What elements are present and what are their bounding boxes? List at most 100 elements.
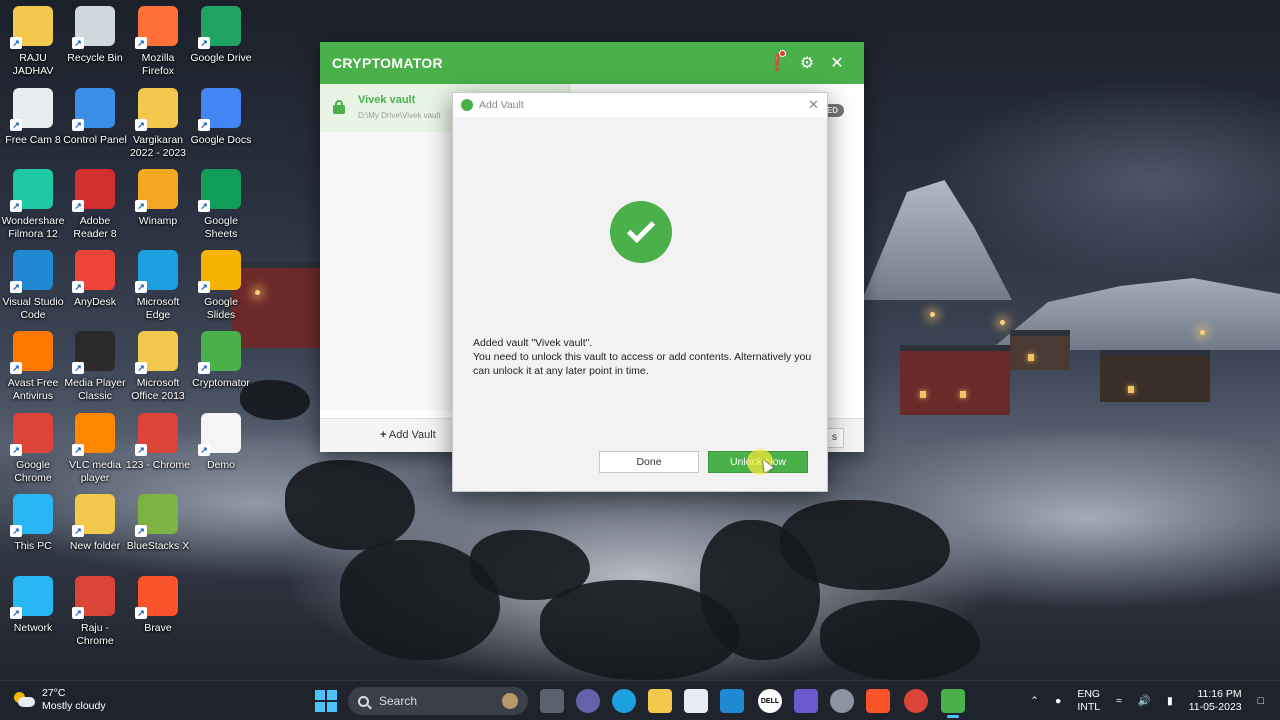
desktop-icon-vlc[interactable]: ↗ VLC media player (62, 413, 128, 485)
chat-icon[interactable] (576, 689, 600, 713)
shortcut-arrow-icon: ↗ (10, 281, 22, 293)
desktop-icon-chrome[interactable]: ↗ Raju - Chrome (62, 576, 128, 648)
desktop-icon-label: Demo (206, 459, 235, 471)
lock-icon (332, 100, 346, 114)
desktop-icon-media-player-classic[interactable]: ↗ Media Player Classic (62, 331, 128, 403)
desktop-icon-edge[interactable]: ↗ Microsoft Edge (125, 250, 191, 322)
chevron-up-icon[interactable]: ⌃ (1030, 695, 1039, 708)
active-app-indicator (947, 715, 959, 718)
microsoft-store-icon[interactable] (684, 689, 708, 713)
weather-widget[interactable]: 27°C Mostly cloudy (14, 687, 106, 713)
desktop-icon-recycle-bin[interactable]: ↗ Recycle Bin (62, 6, 128, 65)
chrome-icon[interactable] (904, 689, 928, 713)
shortcut-arrow-icon: ↗ (135, 444, 147, 456)
desktop-icon-label: Brave (144, 622, 172, 634)
start-button[interactable] (314, 689, 338, 713)
shortcut-arrow-icon: ↗ (10, 444, 22, 456)
cryptomator-header: CRYPTOMATOR ❗ ⚙ ✕ (320, 42, 864, 84)
desktop-icon-adobe-reader[interactable]: ↗ Adobe Reader 8 (62, 169, 128, 241)
notification-icon[interactable]: ❗ (762, 50, 792, 73)
desktop-icon-label: Media Player Classic (64, 377, 126, 402)
desktop-icon-network[interactable]: ↗ Network (0, 576, 66, 635)
partly-cloudy-icon (14, 692, 36, 708)
settings-icon[interactable]: ⚙ (792, 53, 822, 73)
close-icon[interactable]: ✕ (808, 97, 819, 113)
desktop-icon-label: Mozilla Firefox (141, 52, 175, 77)
close-icon[interactable]: ✕ (822, 53, 852, 73)
vscode-icon: ↗ (10, 250, 53, 293)
windows-icon (315, 690, 337, 712)
desktop-icon-vscode[interactable]: ↗ Visual Studio Code (0, 250, 66, 322)
wifi-icon[interactable]: ≈ (1116, 695, 1122, 708)
battery-icon[interactable]: ▮ (1167, 695, 1173, 708)
desktop-icon-label: Adobe Reader 8 (73, 215, 117, 240)
desktop-icon-document[interactable]: ↗ Demo (188, 413, 254, 472)
desktop-icon-chrome[interactable]: ↗ 123 - Chrome (125, 413, 191, 472)
message-line-2: You need to unlock this vault to access … (473, 351, 812, 377)
settings-icon[interactable] (830, 689, 854, 713)
cryptomator-icon[interactable] (941, 689, 965, 713)
control-panel-icon: ↗ (72, 88, 115, 131)
microphone-icon[interactable]: ● (1055, 695, 1061, 708)
shortcut-arrow-icon: ↗ (72, 281, 84, 293)
desktop-icon-anydesk[interactable]: ↗ AnyDesk (62, 250, 128, 309)
task-view-icon[interactable] (540, 689, 564, 713)
desktop-icon-winamp[interactable]: ↗ Winamp (125, 169, 191, 228)
copilot-icon[interactable] (794, 689, 818, 713)
desktop-icon-chrome[interactable]: ↗ Google Chrome (0, 413, 66, 485)
desktop-icon-folder[interactable]: ↗ New folder (62, 494, 128, 553)
clock[interactable]: 11:16 PM 11-05-2023 (1189, 688, 1242, 714)
desktop-icon-bluestacks[interactable]: ↗ BlueStacks X (125, 494, 191, 553)
volume-icon[interactable]: 🔊 (1138, 695, 1151, 708)
google-sheets-icon: ↗ (198, 169, 241, 212)
file-explorer-icon[interactable] (648, 689, 672, 713)
desktop-icon-label: New folder (69, 540, 121, 552)
cryptomator-icon: ↗ (198, 331, 241, 374)
desktop-icon-google-slides[interactable]: ↗ Google Slides (188, 250, 254, 322)
plus-icon: + (380, 429, 387, 441)
winamp-icon: ↗ (135, 169, 178, 212)
notification-center-icon[interactable]: □ (1258, 695, 1264, 708)
shortcut-arrow-icon: ↗ (198, 119, 210, 131)
shortcut-arrow-icon: ↗ (72, 607, 84, 619)
desktop-icon-google-docs[interactable]: ↗ Google Docs (188, 88, 254, 147)
desktop-icon-user-folder[interactable]: ↗ RAJU JADHAV (0, 6, 66, 78)
search-input[interactable]: Search (348, 687, 528, 715)
shortcut-arrow-icon: ↗ (135, 200, 147, 212)
mail-icon[interactable] (720, 689, 744, 713)
dell-icon[interactable]: DELL (758, 689, 782, 713)
desktop-icon-label: AnyDesk (73, 296, 116, 308)
shortcut-arrow-icon: ↗ (135, 362, 147, 374)
desktop-icon-avast[interactable]: ↗ Avast Free Antivirus (0, 331, 66, 403)
desktop-icon-firefox[interactable]: ↗ Mozilla Firefox (125, 6, 191, 78)
adobe-reader-icon: ↗ (72, 169, 115, 212)
media-player-classic-icon: ↗ (72, 331, 115, 374)
desktop-icon-google-drive[interactable]: ↗ Google Drive (188, 6, 254, 65)
desktop-icon-free-cam[interactable]: ↗ Free Cam 8 (0, 88, 66, 147)
weather-temp: 27°C (42, 687, 66, 699)
desktop-icon-label: Winamp (138, 215, 178, 227)
shortcut-arrow-icon: ↗ (10, 607, 22, 619)
language-indicator[interactable]: ENG INTL (1077, 688, 1100, 714)
bluestacks-icon: ↗ (135, 494, 178, 537)
shortcut-arrow-icon: ↗ (72, 525, 84, 537)
desktop-icon-folder[interactable]: ↗ Vargikaran 2022 - 2023 (125, 88, 191, 160)
shortcut-arrow-icon: ↗ (72, 37, 84, 49)
edge-icon[interactable] (612, 689, 636, 713)
desktop-icon-filmora[interactable]: ↗ Wondershare Filmora 12 (0, 169, 66, 241)
shortcut-arrow-icon: ↗ (198, 37, 210, 49)
shortcut-arrow-icon: ↗ (135, 37, 147, 49)
desktop-icon-label: Wondershare Filmora 12 (1, 215, 65, 240)
shortcut-arrow-icon: ↗ (10, 200, 22, 212)
anydesk-icon: ↗ (72, 250, 115, 293)
desktop-icon-folder[interactable]: ↗ Microsoft Office 2013 (125, 331, 191, 403)
done-button[interactable]: Done (599, 451, 699, 473)
desktop-icon-control-panel[interactable]: ↗ Control Panel (62, 88, 128, 147)
add-vault-button[interactable]: + Add Vault (380, 429, 436, 441)
desktop-icon-cryptomator[interactable]: ↗ Cryptomator (188, 331, 254, 390)
google-drive-icon: ↗ (198, 6, 241, 49)
brave-icon[interactable] (866, 689, 890, 713)
desktop-icon-this-pc[interactable]: ↗ This PC (0, 494, 66, 553)
desktop-icon-google-sheets[interactable]: ↗ Google Sheets (188, 169, 254, 241)
desktop-icon-brave[interactable]: ↗ Brave (125, 576, 191, 635)
